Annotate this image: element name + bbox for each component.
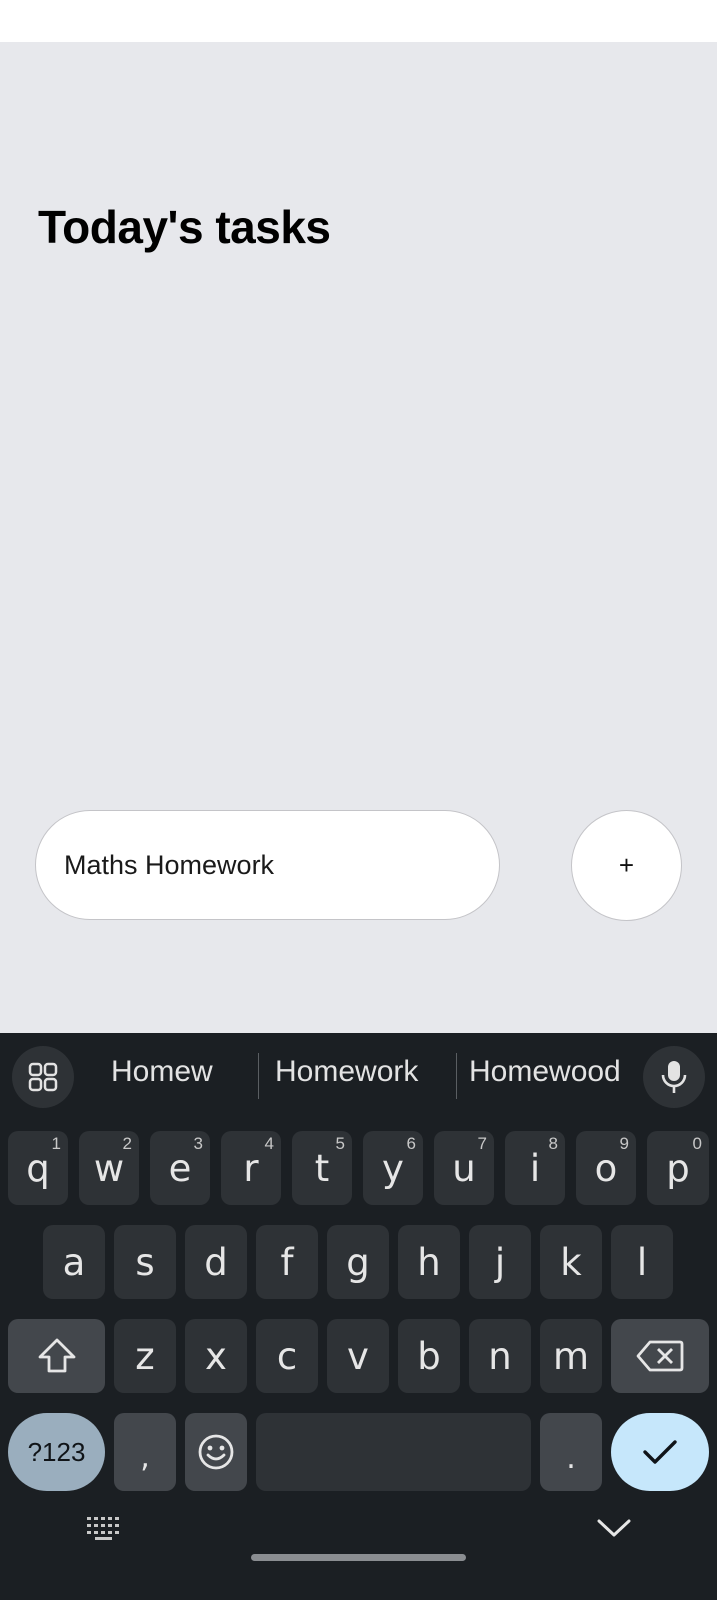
key-p[interactable]: p0 [647,1131,709,1205]
key-a[interactable]: a [43,1225,105,1299]
key-b[interactable]: b [398,1319,460,1393]
key-l[interactable]: l [611,1225,673,1299]
backspace-key[interactable] [611,1319,709,1393]
emoji-key[interactable] [185,1413,247,1491]
key-c[interactable]: c [256,1319,318,1393]
key-o[interactable]: o9 [576,1131,636,1205]
microphone-icon [661,1061,687,1093]
checkmark-icon [643,1440,677,1464]
key-t[interactable]: t5 [292,1131,352,1205]
add-task-button[interactable]: + [571,810,682,921]
key-d[interactable]: d [185,1225,247,1299]
apps-button[interactable] [12,1046,74,1108]
suggestion-divider [456,1053,457,1099]
key-s[interactable]: s [114,1225,176,1299]
key-y[interactable]: y6 [363,1131,423,1205]
key-z[interactable]: z [114,1319,176,1393]
key-k[interactable]: k [540,1225,602,1299]
page-title: Today's tasks [38,201,331,253]
key-i[interactable]: i8 [505,1131,565,1205]
shift-key[interactable] [8,1319,105,1393]
key-w[interactable]: w2 [79,1131,139,1205]
suggestion-3[interactable]: Homewood [469,1055,621,1089]
key-v[interactable]: v [327,1319,389,1393]
chevron-down-icon [597,1519,631,1537]
shift-icon [38,1338,75,1373]
space-key[interactable] [256,1413,531,1491]
apps-grid-icon [28,1062,58,1092]
task-input[interactable] [35,810,500,920]
key-q[interactable]: q1 [8,1131,68,1205]
suggestion-1[interactable]: Homew [111,1055,213,1089]
suggestion-divider [258,1053,259,1099]
key-n[interactable]: n [469,1319,531,1393]
home-indicator[interactable] [251,1554,466,1561]
key-m[interactable]: m [540,1319,602,1393]
enter-key[interactable] [611,1413,709,1491]
keyboard: Homew Homework Homewood q1 w2 e3 r4 t5 y… [0,1033,717,1600]
key-f[interactable]: f [256,1225,318,1299]
app-area: Today's tasks + [0,42,717,1033]
keyboard-nav-row [0,1503,717,1573]
keyboard-switch-button[interactable] [86,1515,124,1546]
comma-key[interactable]: , [114,1413,176,1491]
backspace-icon [636,1340,684,1372]
key-e[interactable]: e3 [150,1131,210,1205]
hide-keyboard-button[interactable] [596,1517,632,1544]
period-key[interactable]: . [540,1413,602,1491]
suggestion-bar: Homew Homework Homewood [0,1033,717,1119]
symbols-key[interactable]: ?123 [8,1413,105,1491]
key-u[interactable]: u7 [434,1131,494,1205]
keyboard-icon [87,1517,119,1540]
suggestion-2[interactable]: Homework [275,1055,418,1089]
status-bar [0,0,717,42]
key-h[interactable]: h [398,1225,460,1299]
voice-input-button[interactable] [643,1046,705,1108]
key-j[interactable]: j [469,1225,531,1299]
key-r[interactable]: r4 [221,1131,281,1205]
key-g[interactable]: g [327,1225,389,1299]
emoji-icon [198,1434,234,1470]
key-x[interactable]: x [185,1319,247,1393]
